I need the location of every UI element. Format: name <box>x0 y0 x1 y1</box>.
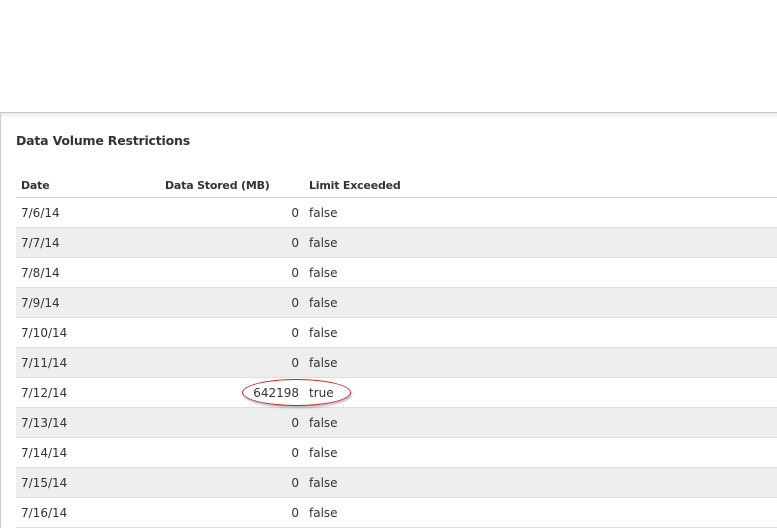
cell-limit-exceeded: false <box>309 266 338 280</box>
cell-limit-exceeded: false <box>309 416 338 430</box>
cell-limit-exceeded: false <box>309 476 338 490</box>
cell-limit-exceeded: false <box>309 356 338 370</box>
table-row: 7/9/14 0 false <box>16 288 777 318</box>
table-row: 7/13/14 0 false <box>16 408 777 438</box>
cell-data-stored: 0 <box>291 356 299 370</box>
data-volume-table: Date Data Stored (MB) Limit Exceeded 7/6… <box>16 174 777 528</box>
cell-date: 7/15/14 <box>21 476 68 490</box>
table-row: 7/14/14 0 false <box>16 438 777 468</box>
cell-data-stored: 642198 <box>253 386 299 400</box>
column-header-limit-exceeded[interactable]: Limit Exceeded <box>309 179 401 192</box>
table-row: 7/8/14 0 false <box>16 258 777 288</box>
top-blank-area <box>0 0 777 112</box>
section-title: Data Volume Restrictions <box>16 133 190 148</box>
cell-data-stored: 0 <box>291 326 299 340</box>
cell-date: 7/10/14 <box>21 326 68 340</box>
table-row: 7/15/14 0 false <box>16 468 777 498</box>
table-row: 7/6/14 0 false <box>16 198 777 228</box>
cell-date: 7/6/14 <box>21 206 60 220</box>
table-header: Date Data Stored (MB) Limit Exceeded <box>16 174 777 198</box>
cell-limit-exceeded: true <box>309 386 334 400</box>
cell-date: 7/12/14 <box>21 386 68 400</box>
content-left-border <box>0 112 1 528</box>
cell-data-stored: 0 <box>291 296 299 310</box>
cell-limit-exceeded: false <box>309 326 338 340</box>
table-row: 7/12/14 642198 true <box>16 378 777 408</box>
column-header-date[interactable]: Date <box>21 179 50 192</box>
cell-limit-exceeded: false <box>309 446 338 460</box>
table-row: 7/10/14 0 false <box>16 318 777 348</box>
cell-data-stored: 0 <box>291 446 299 460</box>
cell-limit-exceeded: false <box>309 236 338 250</box>
table-row: 7/11/14 0 false <box>16 348 777 378</box>
cell-data-stored: 0 <box>291 236 299 250</box>
cell-data-stored: 0 <box>291 506 299 520</box>
cell-data-stored: 0 <box>291 266 299 280</box>
cell-data-stored: 0 <box>291 416 299 430</box>
cell-date: 7/9/14 <box>21 296 60 310</box>
header-shadow <box>0 113 777 119</box>
table-row: 7/7/14 0 false <box>16 228 777 258</box>
cell-limit-exceeded: false <box>309 506 338 520</box>
cell-limit-exceeded: false <box>309 206 338 220</box>
cell-date: 7/16/14 <box>21 506 68 520</box>
cell-date: 7/13/14 <box>21 416 68 430</box>
cell-data-stored: 0 <box>291 476 299 490</box>
cell-date: 7/8/14 <box>21 266 60 280</box>
cell-limit-exceeded: false <box>309 296 338 310</box>
column-header-data-stored[interactable]: Data Stored (MB) <box>165 179 270 192</box>
cell-data-stored: 0 <box>291 206 299 220</box>
cell-date: 7/14/14 <box>21 446 68 460</box>
cell-date: 7/7/14 <box>21 236 60 250</box>
table-row: 7/16/14 0 false <box>16 498 777 528</box>
cell-date: 7/11/14 <box>21 356 68 370</box>
